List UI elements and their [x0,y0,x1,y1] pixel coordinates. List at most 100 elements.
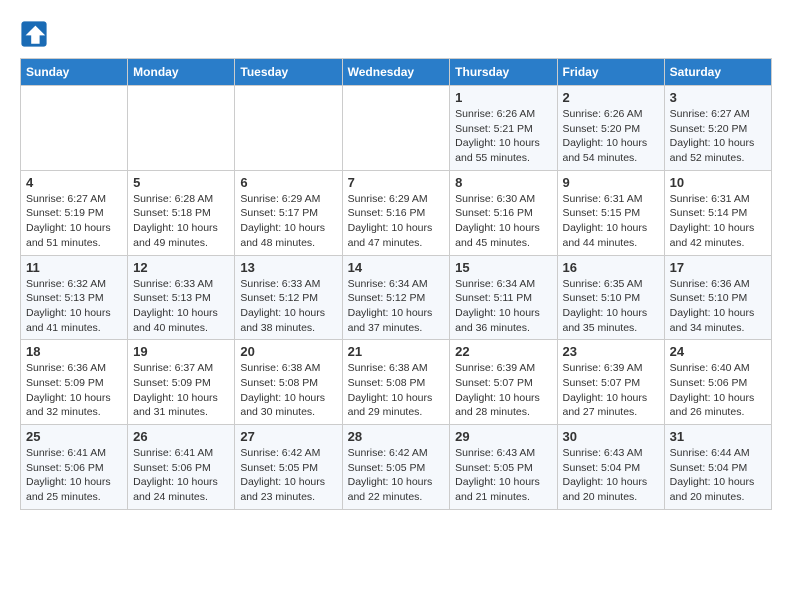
day-number: 28 [348,429,445,444]
day-info: Sunrise: 6:43 AM Sunset: 5:04 PM Dayligh… [563,446,659,505]
day-number: 31 [670,429,766,444]
day-number: 14 [348,260,445,275]
calendar-cell: 21 Sunrise: 6:38 AM Sunset: 5:08 PM Dayli… [342,340,450,425]
day-info: Sunrise: 6:29 AM Sunset: 5:17 PM Dayligh… [240,192,336,251]
calendar-cell: 27 Sunrise: 6:42 AM Sunset: 5:05 PM Dayli… [235,425,342,510]
calendar-week-row: 1 Sunrise: 6:26 AM Sunset: 5:21 PM Daylig… [21,86,772,171]
calendar-cell [235,86,342,171]
day-info: Sunrise: 6:31 AM Sunset: 5:15 PM Dayligh… [563,192,659,251]
day-info: Sunrise: 6:33 AM Sunset: 5:12 PM Dayligh… [240,277,336,336]
calendar-cell: 23 Sunrise: 6:39 AM Sunset: 5:07 PM Dayli… [557,340,664,425]
day-info: Sunrise: 6:42 AM Sunset: 5:05 PM Dayligh… [348,446,445,505]
calendar-cell: 1 Sunrise: 6:26 AM Sunset: 5:21 PM Daylig… [450,86,557,171]
day-number: 6 [240,175,336,190]
page-header [20,20,772,48]
calendar-cell: 12Sunrise: 6:33 AM Sunset: 5:13 PM Dayli… [128,255,235,340]
calendar-cell: 9 Sunrise: 6:31 AM Sunset: 5:15 PM Daylig… [557,170,664,255]
calendar-cell: 5 Sunrise: 6:28 AM Sunset: 5:18 PM Daylig… [128,170,235,255]
calendar-cell: 6 Sunrise: 6:29 AM Sunset: 5:17 PM Daylig… [235,170,342,255]
day-info: Sunrise: 6:36 AM Sunset: 5:10 PM Dayligh… [670,277,766,336]
day-number: 7 [348,175,445,190]
day-info: Sunrise: 6:31 AM Sunset: 5:14 PM Dayligh… [670,192,766,251]
calendar-col-header: Monday [128,59,235,86]
day-info: Sunrise: 6:30 AM Sunset: 5:16 PM Dayligh… [455,192,551,251]
calendar-col-header: Sunday [21,59,128,86]
day-info: Sunrise: 6:33 AM Sunset: 5:13 PM Dayligh… [133,277,229,336]
calendar-cell: 7Sunrise: 6:29 AM Sunset: 5:16 PM Daylig… [342,170,450,255]
calendar-week-row: 11Sunrise: 6:32 AM Sunset: 5:13 PM Dayli… [21,255,772,340]
day-number: 23 [563,344,659,359]
day-info: Sunrise: 6:41 AM Sunset: 5:06 PM Dayligh… [26,446,122,505]
day-info: Sunrise: 6:39 AM Sunset: 5:07 PM Dayligh… [455,361,551,420]
day-number: 20 [240,344,336,359]
day-number: 2 [563,90,659,105]
day-info: Sunrise: 6:26 AM Sunset: 5:21 PM Dayligh… [455,107,551,166]
calendar-cell: 4 Sunrise: 6:27 AM Sunset: 5:19 PM Daylig… [21,170,128,255]
day-number: 8 [455,175,551,190]
calendar-header-row: SundayMondayTuesdayWednesdayThursdayFrid… [21,59,772,86]
calendar-col-header: Saturday [664,59,771,86]
day-number: 5 [133,175,229,190]
day-number: 9 [563,175,659,190]
calendar-cell: 22 Sunrise: 6:39 AM Sunset: 5:07 PM Dayli… [450,340,557,425]
day-info: Sunrise: 6:34 AM Sunset: 5:12 PM Dayligh… [348,277,445,336]
day-number: 10 [670,175,766,190]
day-number: 22 [455,344,551,359]
calendar-cell: 26Sunrise: 6:41 AM Sunset: 5:06 PM Dayli… [128,425,235,510]
logo-icon [20,20,48,48]
calendar-cell [342,86,450,171]
calendar-cell: 29Sunrise: 6:43 AM Sunset: 5:05 PM Dayli… [450,425,557,510]
calendar-cell [128,86,235,171]
day-info: Sunrise: 6:44 AM Sunset: 5:04 PM Dayligh… [670,446,766,505]
day-info: Sunrise: 6:34 AM Sunset: 5:11 PM Dayligh… [455,277,551,336]
calendar-week-row: 25 Sunrise: 6:41 AM Sunset: 5:06 PM Dayli… [21,425,772,510]
day-info: Sunrise: 6:42 AM Sunset: 5:05 PM Dayligh… [240,446,336,505]
day-info: Sunrise: 6:37 AM Sunset: 5:09 PM Dayligh… [133,361,229,420]
day-info: Sunrise: 6:38 AM Sunset: 5:08 PM Dayligh… [240,361,336,420]
day-number: 1 [455,90,551,105]
day-number: 3 [670,90,766,105]
day-info: Sunrise: 6:26 AM Sunset: 5:20 PM Dayligh… [563,107,659,166]
calendar-cell: 10 Sunrise: 6:31 AM Sunset: 5:14 PM Dayli… [664,170,771,255]
day-number: 27 [240,429,336,444]
day-number: 11 [26,260,122,275]
calendar-col-header: Tuesday [235,59,342,86]
calendar-cell: 30 Sunrise: 6:43 AM Sunset: 5:04 PM Dayli… [557,425,664,510]
day-number: 25 [26,429,122,444]
day-info: Sunrise: 6:35 AM Sunset: 5:10 PM Dayligh… [563,277,659,336]
day-number: 21 [348,344,445,359]
calendar-cell: 31 Sunrise: 6:44 AM Sunset: 5:04 PM Dayli… [664,425,771,510]
calendar-cell: 2 Sunrise: 6:26 AM Sunset: 5:20 PM Daylig… [557,86,664,171]
day-number: 18 [26,344,122,359]
calendar-cell: 25 Sunrise: 6:41 AM Sunset: 5:06 PM Dayli… [21,425,128,510]
calendar-cell: 28 Sunrise: 6:42 AM Sunset: 5:05 PM Dayli… [342,425,450,510]
calendar-cell [21,86,128,171]
calendar-cell: 20 Sunrise: 6:38 AM Sunset: 5:08 PM Dayli… [235,340,342,425]
calendar-cell: 11Sunrise: 6:32 AM Sunset: 5:13 PM Dayli… [21,255,128,340]
calendar-cell: 13 Sunrise: 6:33 AM Sunset: 5:12 PM Dayli… [235,255,342,340]
calendar-cell: 18 Sunrise: 6:36 AM Sunset: 5:09 PM Dayli… [21,340,128,425]
day-number: 29 [455,429,551,444]
logo [20,20,52,48]
day-info: Sunrise: 6:39 AM Sunset: 5:07 PM Dayligh… [563,361,659,420]
calendar-cell: 3Sunrise: 6:27 AM Sunset: 5:20 PM Daylig… [664,86,771,171]
day-number: 4 [26,175,122,190]
day-info: Sunrise: 6:40 AM Sunset: 5:06 PM Dayligh… [670,361,766,420]
calendar-cell: 14 Sunrise: 6:34 AM Sunset: 5:12 PM Dayli… [342,255,450,340]
calendar-week-row: 4 Sunrise: 6:27 AM Sunset: 5:19 PM Daylig… [21,170,772,255]
day-number: 24 [670,344,766,359]
day-number: 19 [133,344,229,359]
calendar-col-header: Friday [557,59,664,86]
day-number: 15 [455,260,551,275]
day-info: Sunrise: 6:36 AM Sunset: 5:09 PM Dayligh… [26,361,122,420]
day-number: 13 [240,260,336,275]
day-info: Sunrise: 6:27 AM Sunset: 5:19 PM Dayligh… [26,192,122,251]
day-number: 30 [563,429,659,444]
calendar-table: SundayMondayTuesdayWednesdayThursdayFrid… [20,58,772,510]
calendar-cell: 16Sunrise: 6:35 AM Sunset: 5:10 PM Dayli… [557,255,664,340]
calendar-cell: 15 Sunrise: 6:34 AM Sunset: 5:11 PM Dayli… [450,255,557,340]
calendar-cell: 17Sunrise: 6:36 AM Sunset: 5:10 PM Dayli… [664,255,771,340]
calendar-cell: 24 Sunrise: 6:40 AM Sunset: 5:06 PM Dayli… [664,340,771,425]
day-info: Sunrise: 6:38 AM Sunset: 5:08 PM Dayligh… [348,361,445,420]
day-info: Sunrise: 6:28 AM Sunset: 5:18 PM Dayligh… [133,192,229,251]
